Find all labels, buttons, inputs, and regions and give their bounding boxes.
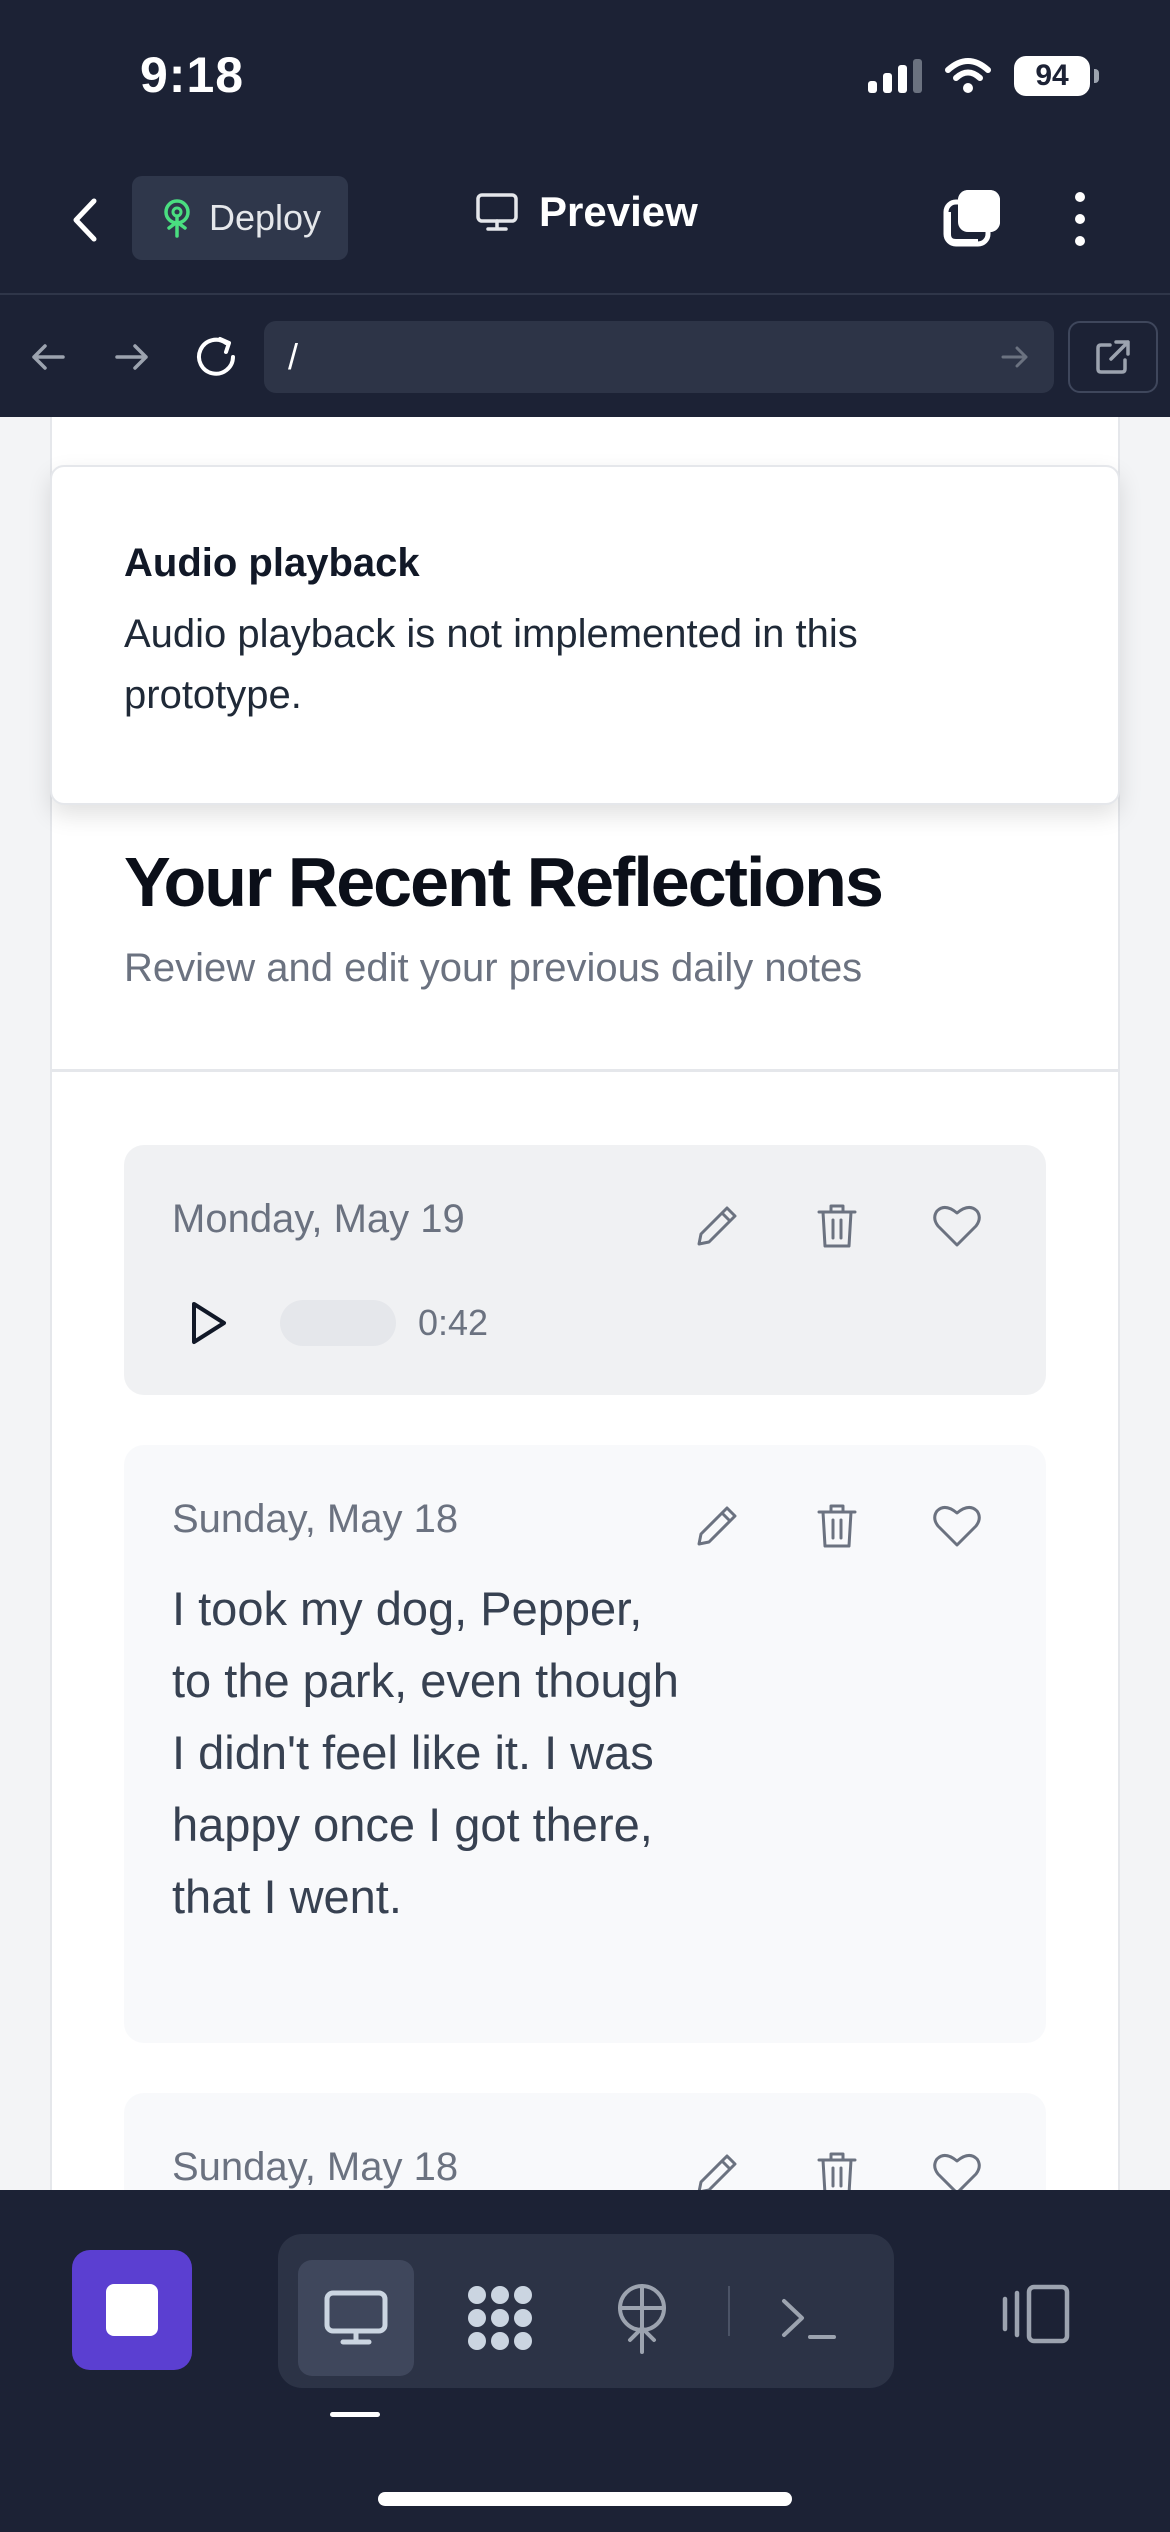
stop-icon bbox=[106, 2284, 158, 2336]
audio-playback-toast[interactable]: Audio playback Audio playback is not imp… bbox=[50, 465, 1120, 805]
tabs-icon bbox=[943, 190, 1000, 247]
audio-player: 0:42 bbox=[172, 1287, 488, 1359]
entry-actions bbox=[688, 1497, 986, 1555]
edit-button[interactable] bbox=[688, 1197, 746, 1255]
tool-deployments[interactable] bbox=[584, 2260, 700, 2376]
panel-toggle-button[interactable] bbox=[996, 2274, 1076, 2354]
arrow-right-icon bbox=[115, 344, 148, 370]
status-bar: 9:18 94 bbox=[0, 0, 1170, 150]
tool-webview[interactable] bbox=[298, 2260, 414, 2376]
open-external-button[interactable] bbox=[1068, 321, 1158, 393]
battery-indicator: 94 bbox=[1014, 56, 1099, 96]
reload-button[interactable] bbox=[186, 327, 246, 387]
entry-text: I took my dog, Pepper, to the park, even… bbox=[172, 1582, 679, 1923]
entry-actions bbox=[688, 1197, 986, 1255]
more-options-button[interactable] bbox=[1062, 186, 1098, 252]
divider bbox=[52, 1069, 1120, 1072]
delete-button[interactable] bbox=[808, 1497, 866, 1555]
edit-button[interactable] bbox=[688, 1497, 746, 1555]
url-text: / bbox=[288, 336, 299, 377]
trash-icon bbox=[817, 1504, 857, 1548]
tabs-button[interactable] bbox=[940, 186, 1006, 252]
trash-icon bbox=[817, 1204, 857, 1248]
pencil-icon bbox=[697, 1206, 737, 1246]
audio-progress-bar[interactable] bbox=[280, 1300, 396, 1346]
preview-label: Preview bbox=[539, 188, 698, 235]
pencil-icon bbox=[697, 2154, 737, 2190]
heart-icon bbox=[933, 1206, 981, 1247]
chevron-left-icon bbox=[73, 198, 97, 242]
cellular-signal-icon bbox=[868, 59, 922, 93]
entry-date: Sunday, May 18 bbox=[172, 2145, 459, 2189]
wifi-icon bbox=[945, 58, 991, 93]
tool-separator bbox=[728, 2286, 730, 2336]
entry-date: Sunday, May 18 bbox=[172, 1497, 459, 1541]
toast-title: Audio playback bbox=[124, 541, 420, 585]
go-arrow-icon[interactable] bbox=[1000, 344, 1030, 370]
deploy-tree-icon bbox=[618, 2284, 666, 2354]
tool-switcher bbox=[278, 2234, 894, 2388]
trash-icon bbox=[817, 2152, 857, 2190]
preview-webview: Audio playback Audio playback is not imp… bbox=[0, 417, 1170, 2190]
reflection-entry: Sunday, May 18 I took my dog, Pepper, to… bbox=[124, 1445, 1046, 2043]
reflection-entry: Sunday, May 18 bbox=[124, 2093, 1046, 2190]
app-top-bar: Deploy Preview bbox=[0, 150, 1170, 295]
status-indicators: 94 bbox=[868, 56, 1099, 96]
home-indicator bbox=[378, 2492, 792, 2506]
nav-forward-button[interactable] bbox=[102, 327, 162, 387]
edit-button[interactable] bbox=[688, 2145, 746, 2190]
audio-duration: 0:42 bbox=[418, 1302, 489, 1343]
heart-icon bbox=[933, 1506, 981, 1547]
preview-title: Preview bbox=[475, 188, 698, 236]
pattern-icon bbox=[468, 2286, 532, 2350]
monitor-icon bbox=[476, 193, 518, 231]
deploy-label: Deploy bbox=[208, 197, 322, 238]
favorite-button[interactable] bbox=[928, 2145, 986, 2190]
tool-console[interactable] bbox=[750, 2260, 866, 2376]
external-link-icon bbox=[1096, 340, 1130, 374]
heart-icon bbox=[933, 2154, 981, 2190]
stop-button[interactable] bbox=[72, 2250, 192, 2370]
status-time: 9:18 bbox=[140, 47, 245, 103]
deploy-button[interactable]: Deploy bbox=[132, 176, 348, 260]
arrow-left-icon bbox=[32, 344, 65, 370]
pencil-icon bbox=[697, 1506, 737, 1546]
delete-button[interactable] bbox=[808, 1197, 866, 1255]
play-icon bbox=[192, 1302, 226, 1344]
reflections-header: Your Recent Reflections Review and edit … bbox=[124, 842, 884, 991]
bottom-toolbar bbox=[0, 2190, 1170, 2532]
entry-date: Monday, May 19 bbox=[172, 1197, 465, 1241]
browser-toolbar: / bbox=[0, 297, 1170, 417]
tool-ai-agent[interactable] bbox=[442, 2260, 558, 2376]
page-subtitle: Review and edit your previous daily note… bbox=[124, 946, 863, 990]
terminal-icon bbox=[782, 2299, 836, 2339]
url-input[interactable]: / bbox=[264, 321, 1054, 393]
play-button[interactable] bbox=[172, 1287, 244, 1359]
entry-actions bbox=[688, 2145, 986, 2190]
page-title: Your Recent Reflections bbox=[124, 843, 884, 921]
monitor-icon bbox=[324, 2290, 388, 2345]
reload-icon bbox=[197, 337, 235, 376]
more-vertical-icon bbox=[1075, 192, 1085, 202]
panel-icon bbox=[1002, 2284, 1070, 2344]
back-button[interactable] bbox=[60, 190, 110, 250]
delete-button[interactable] bbox=[808, 2145, 866, 2190]
active-tool-indicator bbox=[330, 2412, 380, 2417]
nav-back-button[interactable] bbox=[18, 327, 78, 387]
favorite-button[interactable] bbox=[928, 1497, 986, 1555]
favorite-button[interactable] bbox=[928, 1197, 986, 1255]
deploy-tree-icon bbox=[164, 199, 190, 238]
toast-message: Audio playback is not implemented in thi… bbox=[124, 612, 858, 717]
reflection-entry: Monday, May 19 0:42 bbox=[124, 1145, 1046, 1395]
